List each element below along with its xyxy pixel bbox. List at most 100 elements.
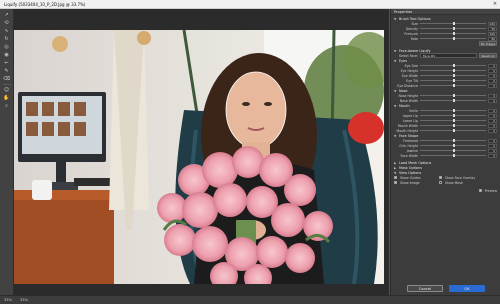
smooth-tool-icon[interactable]: ∿ [3,28,11,34]
slider-value[interactable]: 0 [488,128,497,133]
slider-value[interactable]: 100 [488,21,497,26]
face-aware-section: ▼ Face-Aware Liquify Select Face: Face #… [391,47,500,159]
slider-track[interactable] [420,74,486,77]
slider-label: Chin Height [399,143,418,148]
slider-knob[interactable] [453,79,455,82]
preview-label: Preview [484,188,497,193]
window-title: Liquify (5033404_10_P_2D.Jpg @ 33.7%) [4,1,86,7]
canvas-area[interactable] [14,9,389,295]
slider-knob[interactable] [453,119,455,122]
slider-track[interactable] [420,114,486,117]
slider-track[interactable] [420,22,486,25]
show-mesh-checkbox[interactable] [439,181,442,184]
chevron-down-icon: ▼ [394,133,397,138]
slider-track[interactable] [420,32,486,35]
slider-knob[interactable] [453,22,455,25]
slider-track[interactable] [420,79,486,82]
slider-value[interactable]: 0 [488,68,497,73]
slider-knob[interactable] [453,129,455,132]
slider-value[interactable]: 0 [488,113,497,118]
slider-knob[interactable] [453,27,455,30]
show-image-checkbox[interactable] [394,181,397,184]
reset-all-button[interactable]: Reset All [479,53,497,58]
zoom-readout-secondary[interactable]: 33% [20,298,28,302]
slider-knob[interactable] [453,139,455,142]
slider-track[interactable] [420,64,486,67]
slider-value[interactable]: 100 [488,31,497,36]
zoom-tool-icon[interactable]: ⌕ [3,103,11,109]
slider-value[interactable]: 80 [488,36,497,41]
section-label: Eyes [399,58,408,63]
pin-edges-button[interactable]: Pin Edges [479,41,497,46]
slider-track[interactable] [420,37,486,40]
slider-label: Size [411,21,418,26]
slider-label: Eye Width [401,73,418,78]
slider-track[interactable] [420,124,486,127]
slider-value[interactable]: 0 [488,118,497,123]
slider-knob[interactable] [453,124,455,127]
zoom-readout[interactable]: 33% [4,298,12,302]
chevron-down-icon: ▼ [394,88,397,93]
slider-knob[interactable] [453,109,455,112]
slider-value[interactable]: 0 [488,108,497,113]
slider-value[interactable]: 0 [488,138,497,143]
slider-knob[interactable] [453,94,455,97]
slider-track[interactable] [420,99,486,102]
cancel-button[interactable]: Cancel [407,285,443,292]
slider-track[interactable] [420,94,486,97]
slider-knob[interactable] [453,144,455,147]
slider-value[interactable]: 0 [488,83,497,88]
slider-track[interactable] [420,154,486,157]
slider-value[interactable]: 0 [488,63,497,68]
slider-value[interactable]: 0 [488,73,497,78]
slider-knob[interactable] [453,99,455,102]
face-tool-icon[interactable]: ☺ [3,87,11,93]
slider-knob[interactable] [453,74,455,77]
hand-tool-icon[interactable]: ✋ [3,95,11,101]
forward-warp-tool-icon[interactable]: ↗ [3,12,11,18]
slider-value[interactable]: 0 [488,93,497,98]
slider-track[interactable] [420,119,486,122]
slider-knob[interactable] [453,154,455,157]
slider-track[interactable] [420,144,486,147]
slider-knob[interactable] [453,84,455,87]
push-left-tool-icon[interactable]: ⇐ [3,60,11,66]
photo-canvas[interactable] [14,30,384,284]
slider-value[interactable]: 0 [488,148,497,153]
slider-knob[interactable] [453,64,455,67]
close-icon[interactable]: × [490,1,500,7]
section-label: View Options [399,170,422,175]
slider-track[interactable] [420,27,486,30]
slider-track[interactable] [420,129,486,132]
show-face-overlay-checkbox[interactable] [439,176,442,179]
show-guides-checkbox[interactable] [394,176,397,179]
slider-track[interactable] [420,149,486,152]
slider-value[interactable]: 0 [488,78,497,83]
slider-knob[interactable] [453,149,455,152]
slider-track[interactable] [420,139,486,142]
slider-track[interactable] [420,109,486,112]
slider-knob[interactable] [453,69,455,72]
pucker-tool-icon[interactable]: ◎ [3,44,11,50]
bloat-tool-icon[interactable]: ◉ [3,52,11,58]
slider-value[interactable]: 0 [488,143,497,148]
ok-button[interactable]: OK [449,285,485,292]
slider-value[interactable]: 0 [488,123,497,128]
slider-track[interactable] [420,84,486,87]
slider-knob[interactable] [453,37,455,40]
reconstruct-tool-icon[interactable]: ⟲ [3,20,11,26]
section-label: Load Mesh Options [399,160,432,165]
freeze-mask-tool-icon[interactable]: ✎ [3,68,11,74]
select-face-dropdown[interactable]: Face #1 [420,53,477,58]
thaw-mask-tool-icon[interactable]: ⌫ [3,76,11,82]
slider-value[interactable]: 50 [488,26,497,31]
slider-value[interactable]: 0 [488,98,497,103]
slider-knob[interactable] [453,32,455,35]
slider-value[interactable]: 0 [488,153,497,158]
slider-track[interactable] [420,69,486,72]
chevron-right-icon: ▶ [394,165,397,170]
brush-tool-options: ▼ Brush Tool Options Size 100 Density 50 Pre… [391,15,500,47]
preview-checkbox[interactable] [478,189,482,192]
twirl-tool-icon[interactable]: ↻ [3,36,11,42]
slider-knob[interactable] [453,114,455,117]
